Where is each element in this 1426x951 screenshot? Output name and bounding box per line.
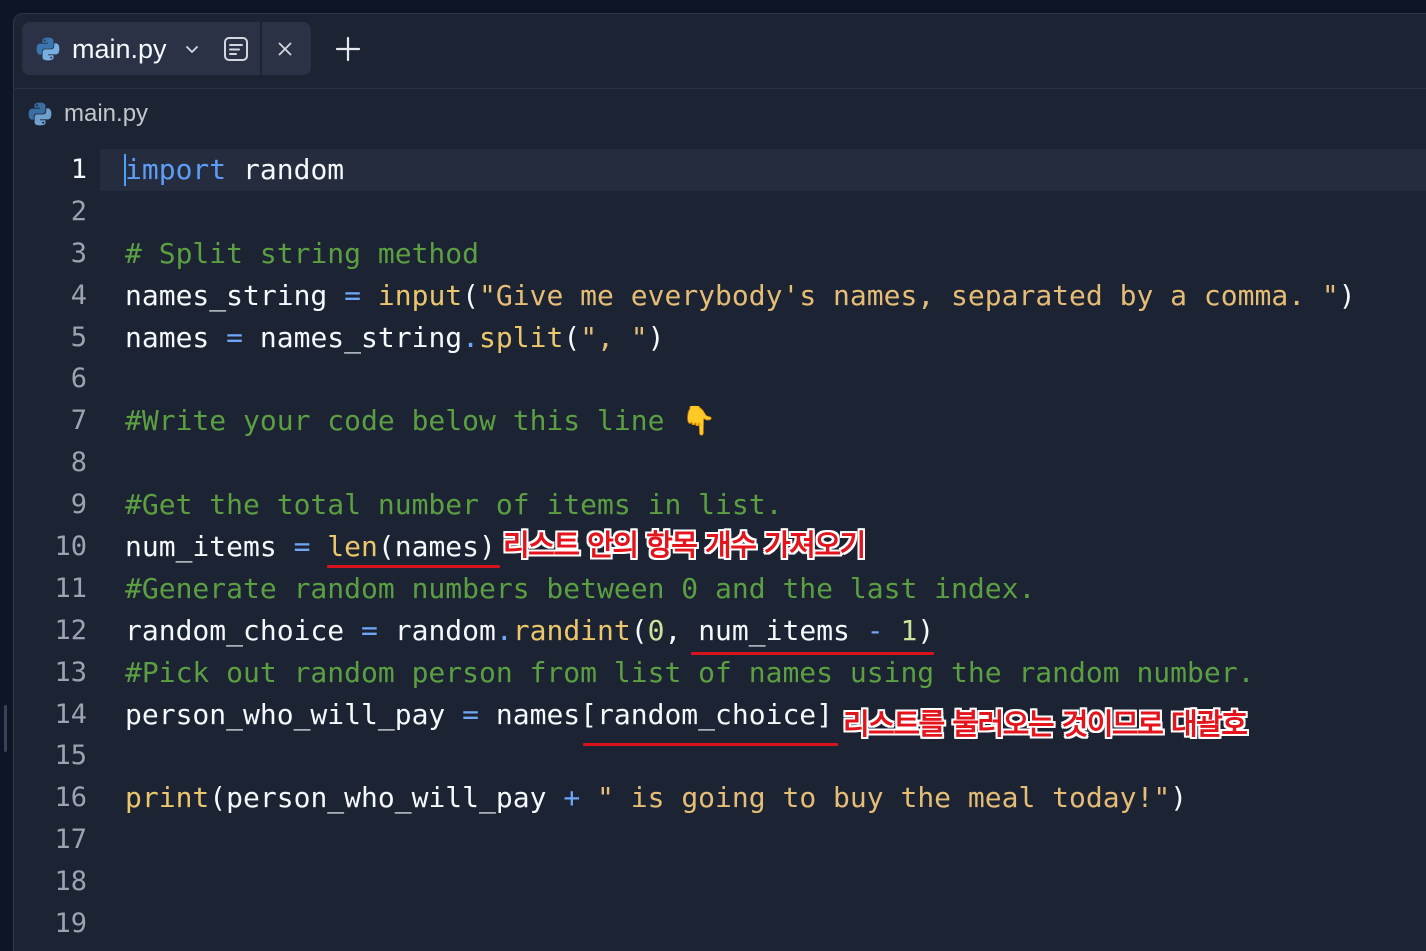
file-preview-icon[interactable]	[223, 36, 249, 62]
python-icon	[36, 37, 60, 61]
line-number: 10	[54, 531, 87, 563]
code-token: print	[125, 781, 210, 815]
line-number: 17	[54, 824, 87, 856]
code-token: (names)	[377, 530, 496, 564]
tab-label: main.py	[72, 34, 167, 64]
code-token: =	[361, 613, 395, 647]
tab-main-py[interactable]: main.py	[22, 22, 311, 75]
code-token: randint	[512, 613, 631, 647]
annotation-label: 리스트를 불러오는 것이므로 대괄호	[843, 707, 1248, 741]
code-line[interactable]: names_string = input("Give me everybody'…	[125, 275, 1415, 317]
line-number: 4	[70, 279, 87, 311]
python-icon	[28, 102, 52, 126]
line-number: 16	[54, 782, 87, 814]
code-token: " is going to buy the meal today!"	[597, 781, 1171, 815]
code-token: 1	[900, 613, 918, 647]
code-token: names	[125, 320, 227, 354]
annotation-underline	[691, 652, 934, 655]
code-token: )	[1338, 278, 1356, 312]
code-token: random_choice	[125, 613, 362, 647]
line-number: 19	[54, 908, 87, 940]
chevron-down-icon[interactable]	[183, 40, 201, 58]
code-line[interactable]: names = names_string.split(", ")	[125, 317, 1415, 359]
line-number: 18	[54, 866, 87, 898]
line-number: 9	[70, 489, 87, 521]
code-token: .	[495, 613, 513, 647]
line-number: 15	[54, 740, 87, 772]
annotation-underline	[327, 565, 500, 568]
code-line[interactable]: #Generate random numbers between 0 and t…	[125, 568, 1415, 610]
code-token: # Split string method	[125, 236, 480, 270]
code-line[interactable]: #Write your code below this line 👇	[125, 400, 1415, 442]
plus-icon[interactable]	[335, 36, 361, 62]
annotation-label: 리스트 안의 항목 개수 가져오기	[503, 528, 866, 562]
code-line[interactable]: # Split string method	[125, 233, 1415, 275]
code-line[interactable]	[125, 903, 1415, 945]
breadcrumb-file-label[interactable]: main.py	[64, 99, 148, 129]
line-number: 5	[70, 321, 87, 353]
code-token: )	[1170, 781, 1188, 815]
code-token: (	[462, 278, 480, 312]
close-icon[interactable]	[276, 40, 294, 58]
text-cursor	[124, 154, 126, 186]
line-number: 14	[54, 698, 87, 730]
code-token: random	[226, 153, 345, 186]
code-token: =	[462, 697, 496, 731]
code-token: names[random_choice]	[495, 697, 834, 731]
code-token: #Get the total number of items in list.	[125, 488, 783, 522]
code-token: =	[226, 320, 260, 354]
code-token: names_string	[125, 278, 345, 312]
code-token: #Write your code below this line 👇	[125, 404, 717, 438]
code-token: "Give me everybody's names, separated by…	[479, 278, 1339, 312]
code-token: .	[462, 320, 480, 354]
code-line[interactable]: print(person_who_will_pay + " is going t…	[125, 777, 1415, 819]
code-line[interactable]: random_choice = random.randint(0, num_it…	[125, 610, 1415, 652]
annotation-underline	[583, 743, 838, 746]
code-token: ", "	[580, 320, 648, 354]
code-token: #Pick out random person from list of nam…	[125, 655, 1255, 689]
code-token: person_who_will_pay	[125, 697, 463, 731]
line-number-gutter: 1 2 3 4 5 6 7 8 9 10 11 12 13 14 15 16 17 18 19	[20, 149, 87, 945]
code-token: (person_who_will_pay	[209, 781, 564, 815]
code-token: )	[647, 320, 665, 354]
code-token: (	[563, 320, 581, 354]
code-line[interactable]: #Get the total number of items in list.	[125, 484, 1415, 526]
code-token: 0	[647, 613, 665, 647]
code-token: num_items	[125, 530, 294, 564]
code-line[interactable]	[125, 861, 1415, 903]
tab-bar-separator	[13, 88, 1426, 89]
line-number: 8	[70, 447, 87, 479]
resize-handle[interactable]	[4, 705, 7, 752]
code-token: names_string	[259, 320, 463, 354]
code-line[interactable]: import random	[125, 149, 1415, 191]
code-token: -	[866, 613, 901, 647]
code-token: =	[344, 278, 378, 312]
code-line[interactable]	[125, 819, 1415, 861]
line-number: 2	[70, 195, 87, 227]
code-token: import	[125, 153, 227, 186]
code-token: +	[563, 781, 598, 815]
code-token: , num_items	[664, 613, 867, 647]
line-number: 12	[54, 614, 87, 646]
code-line[interactable]: #Pick out random person from list of nam…	[125, 652, 1415, 694]
line-number: 3	[70, 237, 87, 269]
line-number: 7	[70, 405, 87, 437]
code-token: input	[377, 278, 463, 312]
code-line[interactable]	[125, 358, 1415, 400]
line-number: 11	[54, 572, 87, 604]
code-line[interactable]	[125, 191, 1415, 233]
code-token: )	[917, 613, 935, 647]
code-line[interactable]	[125, 442, 1415, 484]
code-token: random	[394, 613, 496, 647]
code-token: #Generate random numbers between 0 and t…	[125, 571, 1036, 605]
code-token: len	[327, 530, 378, 564]
tab-divider	[260, 22, 262, 75]
line-number: 6	[70, 363, 87, 395]
code-token: (	[630, 613, 648, 647]
code-token: =	[293, 530, 328, 564]
line-number: 1	[70, 154, 87, 185]
line-number: 13	[54, 656, 87, 688]
code-token: split	[479, 320, 564, 354]
